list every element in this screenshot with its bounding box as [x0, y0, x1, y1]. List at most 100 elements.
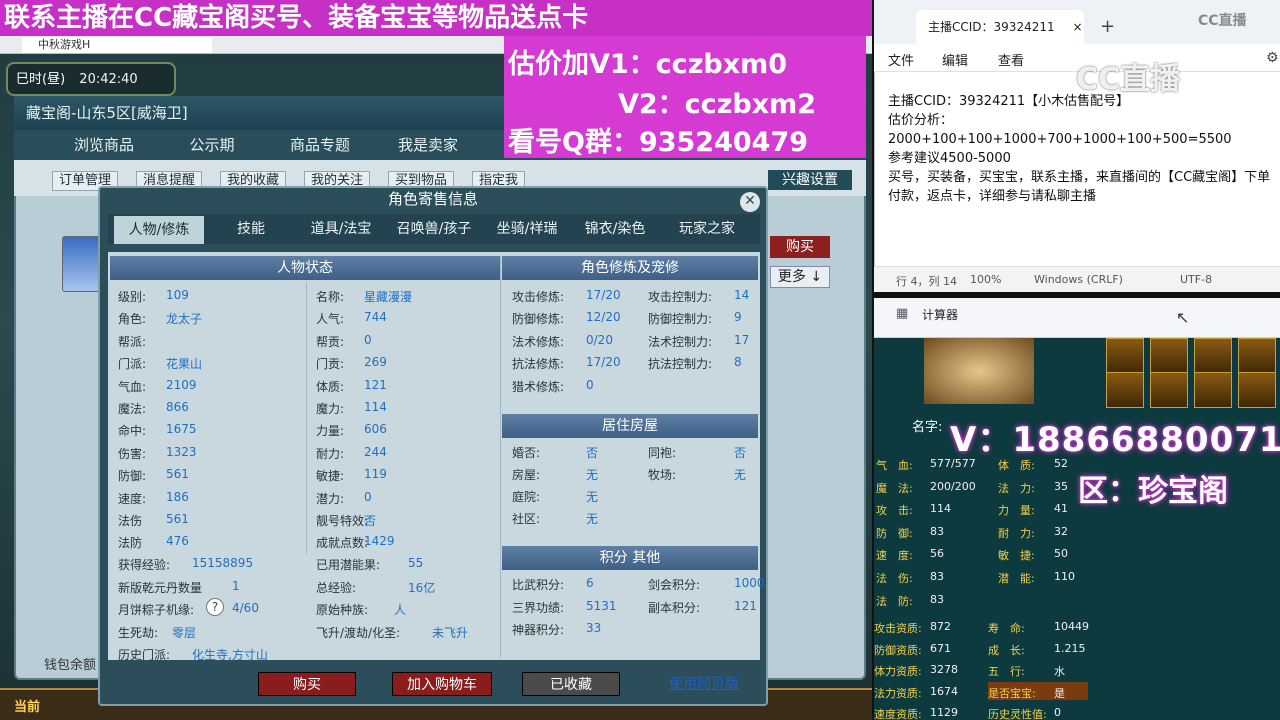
- stat-value: 186: [166, 489, 189, 504]
- stat-label: 神器积分:: [512, 623, 565, 637]
- side-more-button[interactable]: 更多 ↓: [770, 266, 830, 288]
- pet-stat-value: 52: [1054, 457, 1068, 470]
- pet-stat-value: 114: [930, 502, 951, 516]
- stat-value: 476: [166, 534, 189, 549]
- stat-label: 防御修炼:: [512, 312, 565, 327]
- tab-skills[interactable]: 技能: [208, 214, 294, 244]
- skill-icon[interactable]: [1238, 338, 1276, 374]
- skill-icon[interactable]: [1150, 338, 1188, 374]
- stat-label: 剑会积分:: [648, 578, 701, 592]
- stat-label: 比武积分:: [512, 578, 565, 592]
- stat-label: 耐力:: [316, 446, 345, 461]
- pet-stat-value: 83: [930, 592, 944, 606]
- tab-home[interactable]: 玩家之家: [660, 214, 754, 244]
- pet-stat-label: 气 血:: [876, 459, 913, 472]
- promo-v2: V2：cczbxm2: [618, 89, 817, 120]
- tab-mounts[interactable]: 坐骑/祥瑞: [484, 214, 570, 244]
- stat-label: 婚否:: [512, 446, 541, 460]
- game-time-label: 巳时(昼): [16, 72, 66, 87]
- pet-stat-value: 577/577: [930, 457, 976, 470]
- pet-stat-value: 83: [930, 570, 944, 583]
- stat-label: 总经验:: [316, 580, 357, 595]
- add-to-cart-button[interactable]: 加入购物车: [392, 672, 492, 696]
- stat-label: 体质:: [316, 379, 345, 394]
- pet-aptitude-value: 3278: [930, 663, 958, 677]
- pet-aptitude-value: 10449: [1054, 620, 1089, 633]
- stat-label: 防御:: [118, 469, 147, 484]
- nav-seller[interactable]: 我是卖家: [374, 130, 482, 160]
- notepad-line: 估价分析：: [888, 113, 954, 128]
- stat-label: 攻击修炼:: [512, 290, 565, 304]
- notepad-tab[interactable]: 主播CCID：39324211 ×: [916, 10, 1084, 44]
- pet-stat-label: 力 量:: [998, 504, 1035, 518]
- stat-value: 744: [364, 310, 387, 325]
- cursor-position: 行 4，列 14: [896, 275, 957, 288]
- skill-icon[interactable]: [1194, 338, 1232, 374]
- status-header: 人物状态: [110, 256, 500, 280]
- cursor-icon: ↖: [1176, 308, 1190, 327]
- pet-aptitude-value: 872: [930, 620, 951, 633]
- nav-browse[interactable]: 浏览商品: [50, 130, 158, 160]
- pet-aptitude-label: 历史灵性值:: [988, 708, 1047, 720]
- nav-topics[interactable]: 商品专题: [266, 130, 374, 160]
- stat-label: 级别:: [118, 290, 147, 304]
- tab-pets[interactable]: 召唤兽/孩子: [388, 214, 480, 244]
- skill-icon[interactable]: [1106, 338, 1144, 374]
- pet-aptitude-value: 是: [1054, 686, 1065, 700]
- stat-value: 0: [586, 377, 594, 392]
- new-tab-icon[interactable]: +: [1100, 16, 1115, 37]
- dialog-title: 角色寄售信息: [387, 190, 478, 208]
- nav-public[interactable]: 公示期: [158, 130, 266, 160]
- close-icon[interactable]: ✕: [740, 192, 760, 212]
- game-time-value: 20:42:40: [79, 72, 138, 87]
- pet-stat-value: 50: [1054, 547, 1068, 561]
- tab-outfits[interactable]: 锦衣/染色: [574, 214, 656, 244]
- tab-items[interactable]: 道具/法宝: [298, 214, 384, 244]
- calculator-title: 计算器: [922, 308, 959, 322]
- skill-icon[interactable]: [1106, 372, 1144, 408]
- menu-edit[interactable]: 编辑: [942, 50, 968, 69]
- stat-value: 55: [408, 556, 424, 570]
- skill-icon[interactable]: [1194, 372, 1232, 408]
- encoding: UTF-8: [1180, 273, 1213, 286]
- menu-view[interactable]: 查看: [998, 50, 1024, 69]
- stat-label: 社区:: [512, 512, 541, 526]
- column-divider: [306, 282, 307, 554]
- pet-stat-label: 体 质:: [998, 459, 1035, 472]
- stat-label: 魔力:: [316, 402, 345, 416]
- stat-value: 606: [364, 422, 387, 437]
- notepad-text[interactable]: 主播CCID：39324211【小木估售配号】 估价分析： 2000+100+1…: [888, 92, 1272, 206]
- pet-aptitude-value: 水: [1054, 665, 1065, 679]
- calculator-icon: ▦: [896, 306, 909, 321]
- buy-button[interactable]: 购买: [258, 672, 356, 696]
- close-icon[interactable]: ×: [1072, 20, 1082, 34]
- stat-label: 力量:: [316, 424, 345, 439]
- stat-label: 法术控制力:: [648, 334, 713, 349]
- stat-label: 新版乾元丹数量: [118, 580, 203, 595]
- stat-label: 帮贡:: [316, 334, 345, 349]
- interest-settings-button[interactable]: 兴趣设置: [768, 170, 852, 190]
- pet-aptitude-label: 体力资质:: [874, 665, 922, 679]
- help-icon[interactable]: ?: [206, 598, 224, 616]
- game-tab[interactable]: 中秋游戏H: [22, 37, 212, 53]
- stat-label: 飞升/渡劫/化圣:: [316, 625, 401, 640]
- side-buy-button[interactable]: 购买: [770, 236, 830, 258]
- dialog-tabs: 人物/修炼 技能 道具/法宝 召唤兽/孩子 坐骑/祥瑞 锦衣/染色 玩家之家: [108, 214, 760, 244]
- current-channel[interactable]: 当前: [14, 696, 40, 715]
- stat-label: 庭院:: [512, 490, 541, 504]
- skill-icon[interactable]: [1150, 372, 1188, 408]
- tab-character[interactable]: 人物/修炼: [114, 216, 204, 244]
- stat-value: 14: [734, 288, 750, 302]
- skill-icon[interactable]: [1238, 372, 1276, 408]
- gear-icon[interactable]: ⚙: [1266, 50, 1279, 66]
- pet-stat-value: 35: [1054, 479, 1068, 493]
- stat-value: 269: [364, 355, 387, 370]
- menu-file[interactable]: 文件: [888, 50, 914, 69]
- web-version-link[interactable]: 使用网页版: [650, 672, 758, 696]
- favorited-button[interactable]: 已收藏: [522, 672, 620, 696]
- stat-label: 帮派:: [118, 334, 147, 349]
- stat-value: 无: [734, 468, 747, 482]
- stat-label: 成就点数:: [316, 536, 369, 551]
- stat-label: 牧场:: [648, 468, 677, 482]
- stat-label: 人气:: [316, 312, 345, 327]
